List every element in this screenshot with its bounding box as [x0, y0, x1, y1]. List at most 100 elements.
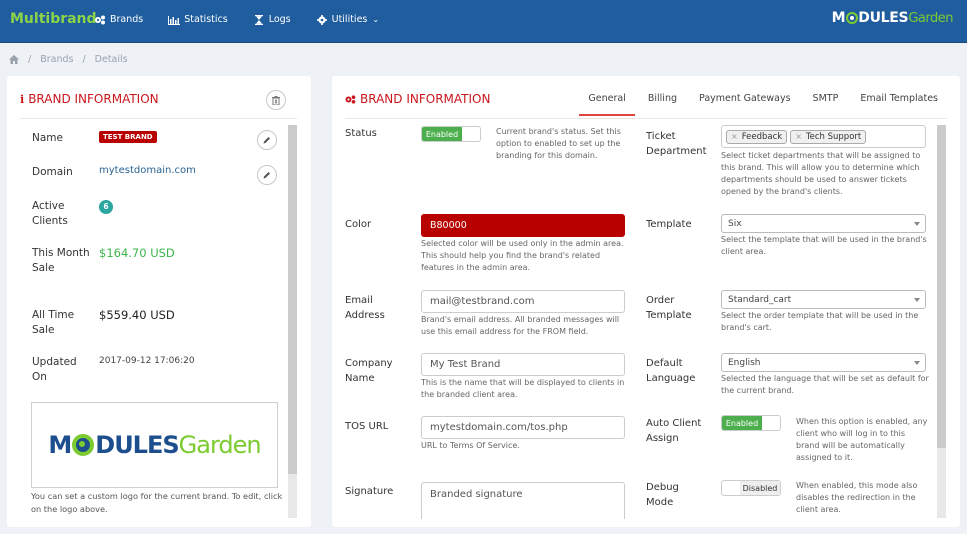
- status-toggle-state: Enabled: [422, 127, 462, 141]
- globe-icon: [845, 12, 858, 24]
- dropdown-arrow-icon: [914, 361, 920, 365]
- order-template-selected: Standard_cart: [728, 294, 792, 305]
- ticket-department-input[interactable]: × Feedback × Tech Support: [721, 125, 926, 148]
- tos-url-help: URL to Terms Of Service.: [421, 441, 520, 450]
- logo-text-m: M: [831, 10, 846, 26]
- tag-tech-support: × Tech Support: [790, 129, 867, 144]
- signature-textarea[interactable]: Branded signature: [421, 482, 625, 519]
- edit-domain-button[interactable]: [257, 165, 277, 185]
- debug-mode-state: Disabled: [740, 481, 780, 495]
- tab-email-templates[interactable]: Email Templates: [860, 93, 938, 116]
- this-month-sale-value: $164.70 USD: [99, 246, 175, 260]
- panel-title-text: BRAND INFORMATION: [28, 92, 159, 106]
- tab-payment-gateways[interactable]: Payment Gateways: [699, 93, 791, 116]
- nav-statistics-label: Statistics: [184, 14, 228, 25]
- company-name-label: Company Name: [345, 358, 393, 384]
- remove-tag-icon[interactable]: ×: [731, 132, 738, 141]
- breadcrumb-separator: /: [82, 54, 86, 65]
- breadcrumb-brands[interactable]: Brands: [40, 54, 73, 65]
- nav-brands[interactable]: Brands: [94, 14, 143, 25]
- active-clients-label: Active Clients: [32, 200, 68, 227]
- nav-logs-label: Logs: [268, 14, 291, 25]
- gear-icon: [316, 14, 327, 25]
- order-template-label: Order Template: [646, 295, 692, 321]
- brand-info-summary-panel: i BRAND INFORMATION Name TEST BRAND Doma…: [7, 76, 311, 527]
- app-title[interactable]: Multibrand: [10, 11, 97, 27]
- tab-smtp[interactable]: SMTP: [813, 93, 839, 116]
- logo-text-dules: DULES: [95, 431, 179, 459]
- top-navbar: Multibrand Brands Statistics Logs Utilit…: [0, 0, 967, 43]
- tab-billing[interactable]: Billing: [648, 93, 677, 116]
- template-selected: Six: [728, 218, 742, 229]
- nav-logs[interactable]: Logs: [253, 14, 291, 25]
- tag-feedback: × Feedback: [726, 129, 788, 144]
- globe-icon: [72, 434, 95, 456]
- brand-info-form-panel: BRAND INFORMATION General Billing Paymen…: [332, 76, 960, 527]
- auto-client-assign-toggle[interactable]: Enabled: [721, 415, 781, 431]
- main-nav: Brands Statistics Logs Utilities ⌄: [94, 14, 404, 25]
- company-name-input[interactable]: My Test Brand: [421, 353, 625, 376]
- template-select[interactable]: Six: [721, 214, 926, 233]
- nav-statistics[interactable]: Statistics: [168, 14, 228, 25]
- nav-utilities[interactable]: Utilities ⌄: [316, 14, 379, 25]
- brand-logo: M DULES Garden: [48, 431, 261, 459]
- tab-general[interactable]: General: [579, 93, 636, 116]
- signature-label: Signature: [345, 486, 394, 497]
- tos-url-input[interactable]: mytestdomain.com/tos.php: [421, 416, 625, 439]
- default-language-select[interactable]: English: [721, 353, 926, 372]
- nav-utilities-label: Utilities: [331, 14, 368, 25]
- domain-value[interactable]: mytestdomain.com: [99, 163, 196, 178]
- order-template-select[interactable]: Standard_cart: [721, 290, 926, 309]
- tag-label: Tech Support: [805, 131, 862, 142]
- order-template-help: Select the order template that will be u…: [721, 311, 919, 332]
- remove-tag-icon[interactable]: ×: [795, 132, 802, 141]
- bar-chart-icon: [168, 15, 181, 25]
- chevron-down-icon: ⌄: [372, 15, 380, 24]
- template-label: Template: [646, 219, 692, 230]
- cogs-icon: [95, 15, 105, 24]
- edit-name-button[interactable]: [257, 130, 277, 150]
- status-label: Status: [345, 128, 377, 139]
- pencil-icon: [263, 172, 270, 179]
- divider: [20, 118, 297, 119]
- ticket-department-help: Select ticket departments that will be a…: [721, 151, 921, 196]
- debug-mode-help: When enabled, this mode also disables th…: [796, 481, 918, 514]
- auto-client-assign-label: Auto Client Assign: [646, 418, 702, 444]
- modulesgarden-logo: M DULES Garden: [831, 10, 954, 26]
- cogs-icon: [345, 94, 356, 104]
- ticket-department-label: Ticket Department: [646, 131, 707, 157]
- name-label: Name: [32, 132, 63, 144]
- hourglass-icon: [254, 14, 263, 25]
- breadcrumb-separator: /: [28, 54, 32, 65]
- default-language-help: Selected the language that will be set a…: [721, 374, 929, 395]
- default-language-label: Default Language: [646, 358, 696, 384]
- auto-client-assign-help: When this option is enabled, any client …: [796, 417, 928, 462]
- delete-brand-button[interactable]: [266, 90, 286, 110]
- scrollbar-thumb[interactable]: [288, 125, 297, 474]
- default-language-selected: English: [728, 357, 761, 368]
- home-icon[interactable]: [9, 55, 19, 64]
- dropdown-arrow-icon: [914, 222, 920, 226]
- logo-text-m: M: [48, 431, 72, 459]
- info-icon: i: [20, 92, 25, 106]
- scrollbar-thumb[interactable]: [937, 125, 946, 448]
- brand-logo-upload[interactable]: M DULES Garden: [31, 402, 278, 488]
- updated-on-label: Updated On: [32, 356, 77, 383]
- all-time-sale-value: $559.40 USD: [99, 308, 175, 322]
- email-help: Brand's email address. All branded messa…: [421, 315, 620, 336]
- template-help: Select the template that will be used in…: [721, 235, 927, 256]
- scrollbar[interactable]: [288, 125, 297, 518]
- debug-mode-label: Debug Mode: [646, 482, 679, 508]
- domain-label: Domain: [32, 166, 73, 178]
- scrollbar[interactable]: [937, 125, 946, 518]
- company-name-help: This is the name that will be displayed …: [421, 378, 625, 399]
- debug-mode-toggle[interactable]: Disabled: [721, 480, 781, 496]
- email-input[interactable]: mail@testbrand.com: [421, 290, 625, 313]
- panel-title: BRAND INFORMATION: [345, 92, 490, 106]
- name-value: TEST BRAND: [99, 129, 157, 145]
- color-input[interactable]: B80000: [421, 214, 625, 237]
- divider: [345, 118, 947, 119]
- status-help: Current brand's status. Set this option …: [496, 127, 621, 160]
- status-toggle[interactable]: Enabled: [421, 126, 481, 142]
- tag-label: Feedback: [741, 131, 783, 142]
